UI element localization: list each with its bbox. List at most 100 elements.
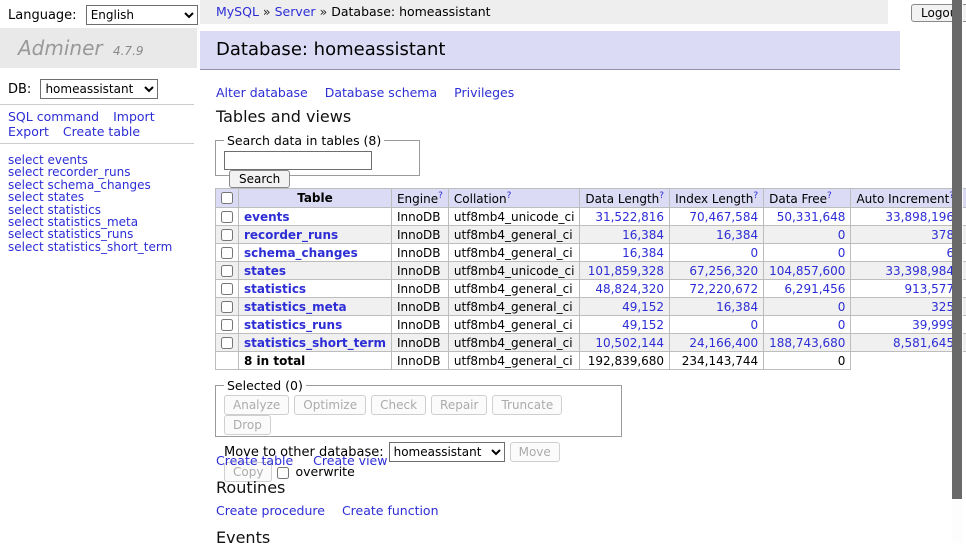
create-procedure-link[interactable]: Create procedure	[216, 503, 325, 518]
table-name-link[interactable]: statistics_meta	[244, 300, 347, 314]
index-length-cell: 24,166,400	[670, 334, 764, 352]
language-label: Language:	[8, 8, 77, 23]
auto-increment-cell: 8,581,645	[851, 334, 960, 352]
table-name-cell: recorder_runs	[239, 226, 392, 244]
column-header-auto-increment: Auto Increment?	[851, 189, 960, 208]
row-checkbox[interactable]	[221, 229, 233, 241]
table-header-row: TableEngine?Collation?Data Length?Index …	[216, 189, 966, 208]
engine-cell: InnoDB	[391, 262, 448, 280]
tables-overview-table: TableEngine?Collation?Data Length?Index …	[215, 188, 966, 370]
table-name-link[interactable]: statistics_runs	[244, 318, 342, 332]
db-select[interactable]: homeassistant	[40, 79, 158, 99]
table-name-cell: schema_changes	[239, 244, 392, 262]
analyze-button[interactable]: Analyze	[224, 395, 289, 415]
row-checkbox[interactable]	[221, 247, 233, 259]
sidebar-table-link[interactable]: select states	[8, 191, 172, 203]
search-button[interactable]: Search	[229, 170, 290, 188]
column-help-link[interactable]: ?	[438, 191, 443, 201]
sidebar-table-link[interactable]: select statistics_short_term	[8, 241, 172, 253]
total-label-cell: 8 in total	[239, 352, 392, 370]
create-links: Create table Create view	[216, 453, 407, 468]
index-length-cell: 0	[670, 244, 764, 262]
app-version: 4.7.9	[113, 44, 144, 58]
row-checkbox[interactable]	[221, 337, 233, 349]
data-free-cell: 0	[764, 226, 851, 244]
column-header-data-free: Data Free?	[764, 189, 851, 208]
total-data-free-cell: 0	[764, 352, 851, 370]
overwrite-checkbox[interactable]	[277, 467, 289, 479]
column-header-label: Data Free	[769, 192, 827, 206]
data-length-cell: 48,824,320	[580, 280, 670, 298]
auto-increment-cell: 33,398,984	[851, 262, 960, 280]
row-checkbox[interactable]	[221, 319, 233, 331]
scrollbar-thumb[interactable]	[952, 0, 962, 499]
selected-fieldset: Selected (0) AnalyzeOptimizeCheckRepairT…	[215, 378, 622, 437]
tables-and-views-heading: Tables and views	[216, 107, 351, 126]
sidebar-table-link[interactable]: select statistics_runs	[8, 228, 172, 240]
check-button[interactable]: Check	[371, 395, 426, 415]
column-header-table: Table	[239, 189, 392, 208]
breadcrumb-current: Database: homeassistant	[331, 4, 490, 19]
table-name-link[interactable]: recorder_runs	[244, 228, 338, 242]
table-name-link[interactable]: states	[244, 264, 286, 278]
optimize-button[interactable]: Optimize	[294, 395, 366, 415]
table-name-cell: statistics_short_term	[239, 334, 392, 352]
sidebar-table-link[interactable]: select recorder_runs	[8, 166, 172, 178]
column-help-link[interactable]: ?	[659, 191, 664, 201]
selected-actions: AnalyzeOptimizeCheckRepairTruncate Drop	[224, 395, 613, 435]
row-checkbox[interactable]	[221, 283, 233, 295]
truncate-button[interactable]: Truncate	[492, 395, 562, 415]
row-checkbox-cell	[216, 244, 239, 262]
sidebar: Language: English Adminer 4.7.9 DB: home…	[0, 0, 200, 543]
search-legend: Search data in tables (8)	[224, 133, 384, 148]
create-table-link[interactable]: Create table	[63, 124, 140, 139]
language-select[interactable]: English	[86, 5, 198, 25]
repair-button[interactable]: Repair	[431, 395, 487, 415]
alter-database-link[interactable]: Alter database	[216, 85, 308, 100]
move-button[interactable]: Move	[510, 442, 560, 462]
index-length-cell: 16,384	[670, 226, 764, 244]
import-link[interactable]: Import	[113, 109, 155, 124]
table-name-link[interactable]: statistics	[244, 282, 306, 296]
data-free-cell: 6,291,456	[764, 280, 851, 298]
database-schema-link[interactable]: Database schema	[325, 85, 437, 100]
engine-cell: InnoDB	[391, 298, 448, 316]
collation-cell: utf8mb4_general_ci	[448, 316, 580, 334]
sidebar-divider	[0, 143, 194, 144]
header-checkbox-cell	[216, 189, 239, 208]
export-link[interactable]: Export	[8, 124, 49, 139]
column-help-link[interactable]: ?	[507, 191, 512, 201]
privileges-link[interactable]: Privileges	[454, 85, 514, 100]
create-function-link[interactable]: Create function	[342, 503, 439, 518]
select-all-checkbox[interactable]	[221, 192, 233, 204]
column-help-link[interactable]: ?	[753, 191, 758, 201]
table-name-link[interactable]: schema_changes	[244, 246, 358, 260]
column-header-index-length: Index Length?	[670, 189, 764, 208]
search-fieldset: Search data in tables (8) Search	[215, 133, 420, 176]
row-checkbox[interactable]	[221, 265, 233, 277]
table-name-link[interactable]: statistics_short_term	[244, 336, 386, 350]
table-name-link[interactable]: events	[244, 210, 290, 224]
create-table-link-bottom[interactable]: Create table	[216, 453, 293, 468]
row-checkbox[interactable]	[221, 211, 233, 223]
sidebar-divider	[0, 104, 194, 105]
sql-command-link[interactable]: SQL command	[8, 109, 99, 124]
search-input[interactable]	[224, 151, 372, 170]
data-length-cell: 16,384	[580, 244, 670, 262]
app-title: Adminer 4.7.9	[0, 28, 197, 68]
breadcrumb-mysql-link[interactable]: MySQL	[216, 4, 259, 19]
column-header-label: Data Length	[585, 192, 659, 206]
data-length-cell: 49,152	[580, 298, 670, 316]
column-help-link[interactable]: ?	[827, 191, 832, 201]
row-checkbox-cell	[216, 334, 239, 352]
engine-cell: InnoDB	[391, 280, 448, 298]
column-help: ?	[507, 190, 512, 201]
index-length-cell: 16,384	[670, 298, 764, 316]
row-checkbox[interactable]	[221, 301, 233, 313]
drop-button[interactable]: Drop	[224, 415, 271, 435]
breadcrumb-server-link[interactable]: Server	[275, 4, 316, 19]
create-view-link[interactable]: Create view	[313, 453, 387, 468]
engine-cell: InnoDB	[391, 316, 448, 334]
events-heading: Events	[216, 528, 270, 547]
table-row: schema_changesInnoDButf8mb4_general_ci16…	[216, 244, 966, 262]
